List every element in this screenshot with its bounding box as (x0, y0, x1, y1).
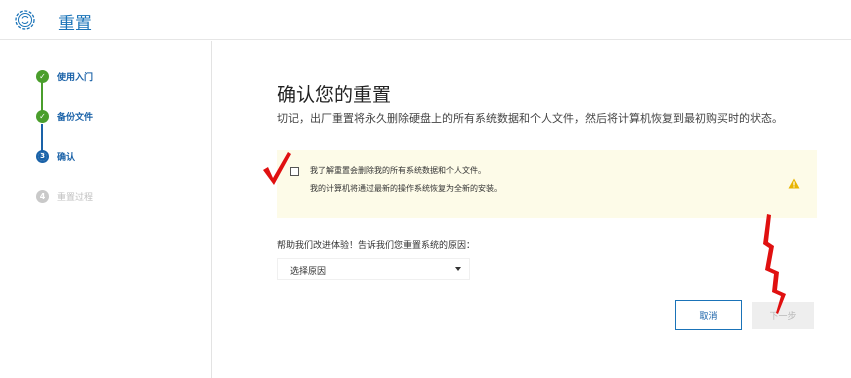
cancel-button[interactable]: 取消 (675, 300, 742, 330)
reason-select-value: 选择原因 (290, 267, 327, 277)
red-checkmark-annotation-icon (263, 152, 291, 185)
page-title: 重置 (58, 14, 92, 34)
title-bar: 重置 (0, 0, 851, 40)
step-reset-process: 4 重置过程 (36, 188, 93, 204)
step-label: 重置过程 (57, 192, 94, 203)
check-icon: ✓ (36, 109, 49, 123)
acknowledge-checkbox[interactable] (290, 167, 299, 176)
current-step-indicator: 3 (36, 149, 49, 163)
step-confirm: 3 确认 (36, 148, 75, 164)
steps-sidebar: ✓ 使用入门 ✓ 备份文件 3 确认 4 重置过程 (0, 41, 212, 378)
reset-description: 切记，出厂重置将永久删除硬盘上的所有系统数据和个人文件，然后将计算机恢复到最初购… (277, 112, 783, 125)
reinstall-note: 我的计算机将通过最新的操作系统恢复为全新的安装。 (310, 184, 502, 193)
acknowledge-label[interactable]: 我了解重置会删除我的所有系统数据和个人文件。 (310, 165, 486, 176)
step-getting-started: ✓ 使用入门 (36, 68, 93, 84)
step-label: 备份文件 (57, 112, 94, 123)
step-number-badge: 4 (36, 189, 49, 203)
step-backup-files: ✓ 备份文件 (36, 108, 93, 124)
feedback-prompt: 帮助我们改进体验！告诉我们您重置系统的原因： (277, 241, 476, 251)
lightning-arrow-annotation-icon (763, 214, 786, 314)
chevron-down-icon (455, 267, 461, 271)
step-label: 确认 (57, 152, 76, 163)
step-label: 使用入门 (57, 72, 94, 83)
confirm-heading: 确认您的重置 (277, 84, 392, 106)
warning-icon (788, 178, 800, 189)
gear-sync-icon (15, 10, 35, 30)
reason-select[interactable]: 选择原因 (277, 258, 470, 280)
check-icon: ✓ (36, 69, 49, 83)
